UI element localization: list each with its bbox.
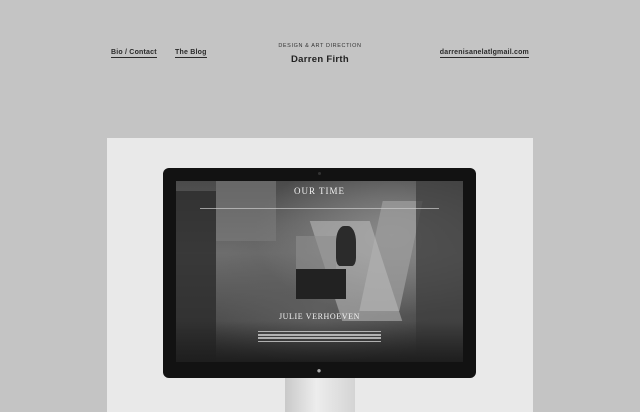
photo-figure (336, 226, 356, 266)
text-line (258, 340, 381, 342)
monitor-screen-image: OUR TIME JULIE VERHOEVEN (176, 181, 463, 362)
email-link[interactable]: darrenisanelatlgmail.com (439, 49, 529, 58)
brand[interactable]: DESIGN & ART DIRECTION Darren Firth (0, 43, 640, 65)
monitor-stand (285, 378, 355, 412)
hero-text-lines (258, 331, 381, 344)
site-divider (200, 208, 439, 209)
brand-subtitle: DESIGN & ART DIRECTION (278, 43, 362, 49)
text-line (258, 331, 381, 333)
site-title: OUR TIME (293, 186, 346, 196)
hero-name: JULIE VERHOEVEN (278, 312, 361, 321)
project-showcase-panel[interactable]: OUR TIME JULIE VERHOEVEN ● (107, 138, 533, 412)
apple-logo-icon: ● (316, 366, 322, 375)
monitor-mockup: OUR TIME JULIE VERHOEVEN ● (163, 168, 476, 378)
brand-title[interactable]: Darren Firth (0, 54, 640, 65)
photo-shape (296, 269, 346, 299)
camera-dot (318, 172, 321, 175)
text-line (258, 337, 381, 339)
text-line (258, 334, 381, 336)
